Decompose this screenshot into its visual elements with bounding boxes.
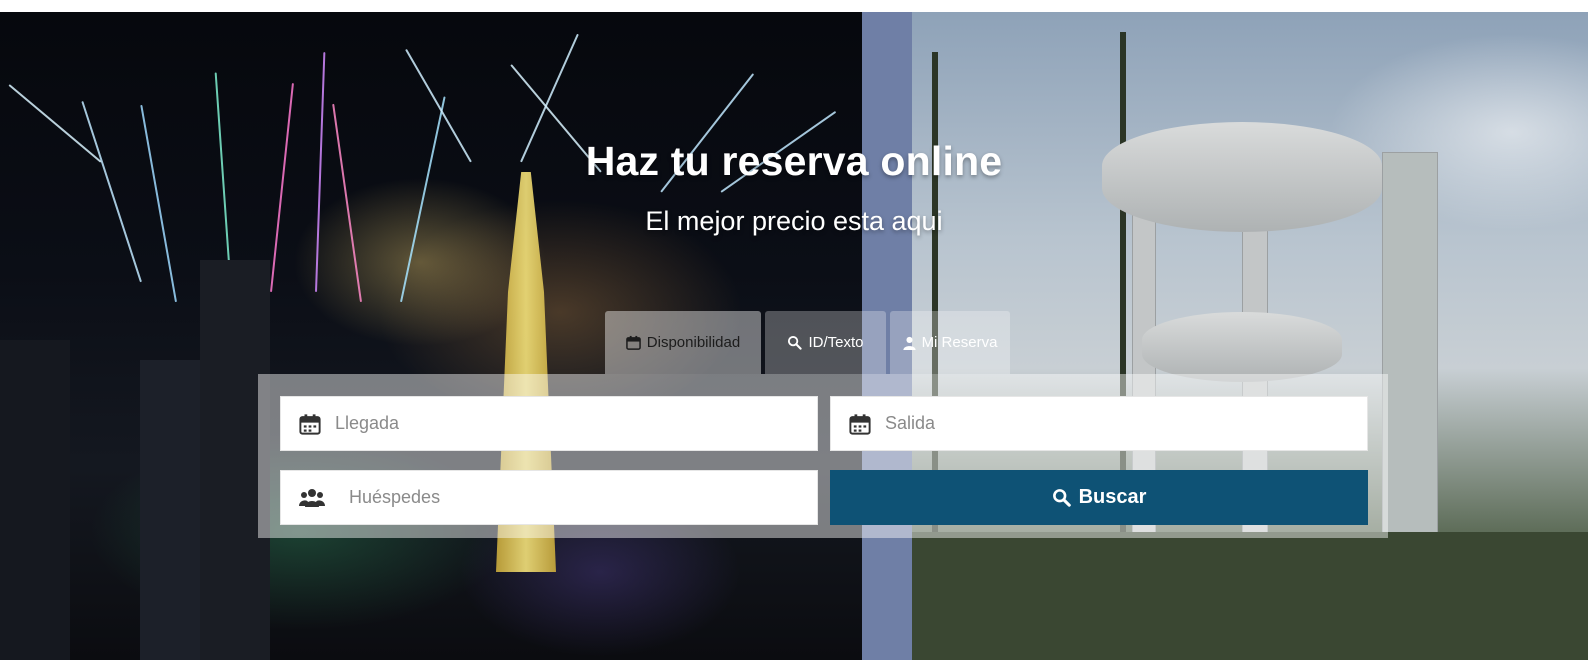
- tab-id-text[interactable]: ID/Texto: [765, 311, 886, 374]
- hero-background-day: [912, 12, 1588, 660]
- search-button[interactable]: Buscar: [830, 470, 1368, 525]
- firework-streak: [332, 103, 362, 303]
- tower-mid: [1142, 312, 1342, 382]
- arrival-placeholder: Llegada: [335, 413, 400, 433]
- page-subtitle: El mejor precio esta aqui: [645, 206, 943, 236]
- guests-field[interactable]: Huéspedes: [280, 470, 818, 525]
- tab-label: ID/Texto: [808, 334, 864, 351]
- search-button-label: Buscar: [1078, 486, 1147, 508]
- calendar-icon: [299, 413, 321, 435]
- user-icon: [902, 336, 916, 350]
- page-title: Haz tu reserva online: [585, 138, 1003, 184]
- tab-availability[interactable]: Disponibilidad: [605, 311, 761, 374]
- users-icon: [299, 487, 325, 509]
- vegetation: [912, 532, 1588, 660]
- calendar-icon: [625, 335, 641, 350]
- search-icon: [787, 335, 803, 350]
- search-icon: [1052, 488, 1071, 507]
- calendar-icon: [849, 413, 871, 435]
- departure-date-field[interactable]: Salida: [830, 396, 1368, 451]
- building: [140, 360, 200, 660]
- firework-streak: [270, 83, 294, 293]
- departure-placeholder: Salida: [885, 413, 936, 433]
- tab-label: Mi Reserva: [921, 334, 998, 351]
- guests-placeholder: Huéspedes: [349, 487, 441, 507]
- arrival-date-field[interactable]: Llegada: [280, 396, 818, 451]
- search-tabs: Disponibilidad ID/Texto Mi Reserva: [605, 311, 1010, 374]
- firework-streak: [81, 100, 142, 283]
- building: [0, 340, 70, 660]
- tab-label: Disponibilidad: [646, 334, 741, 351]
- firework-streak: [400, 96, 446, 303]
- tab-my-reservation[interactable]: Mi Reserva: [890, 311, 1010, 374]
- firework-streak: [140, 104, 177, 303]
